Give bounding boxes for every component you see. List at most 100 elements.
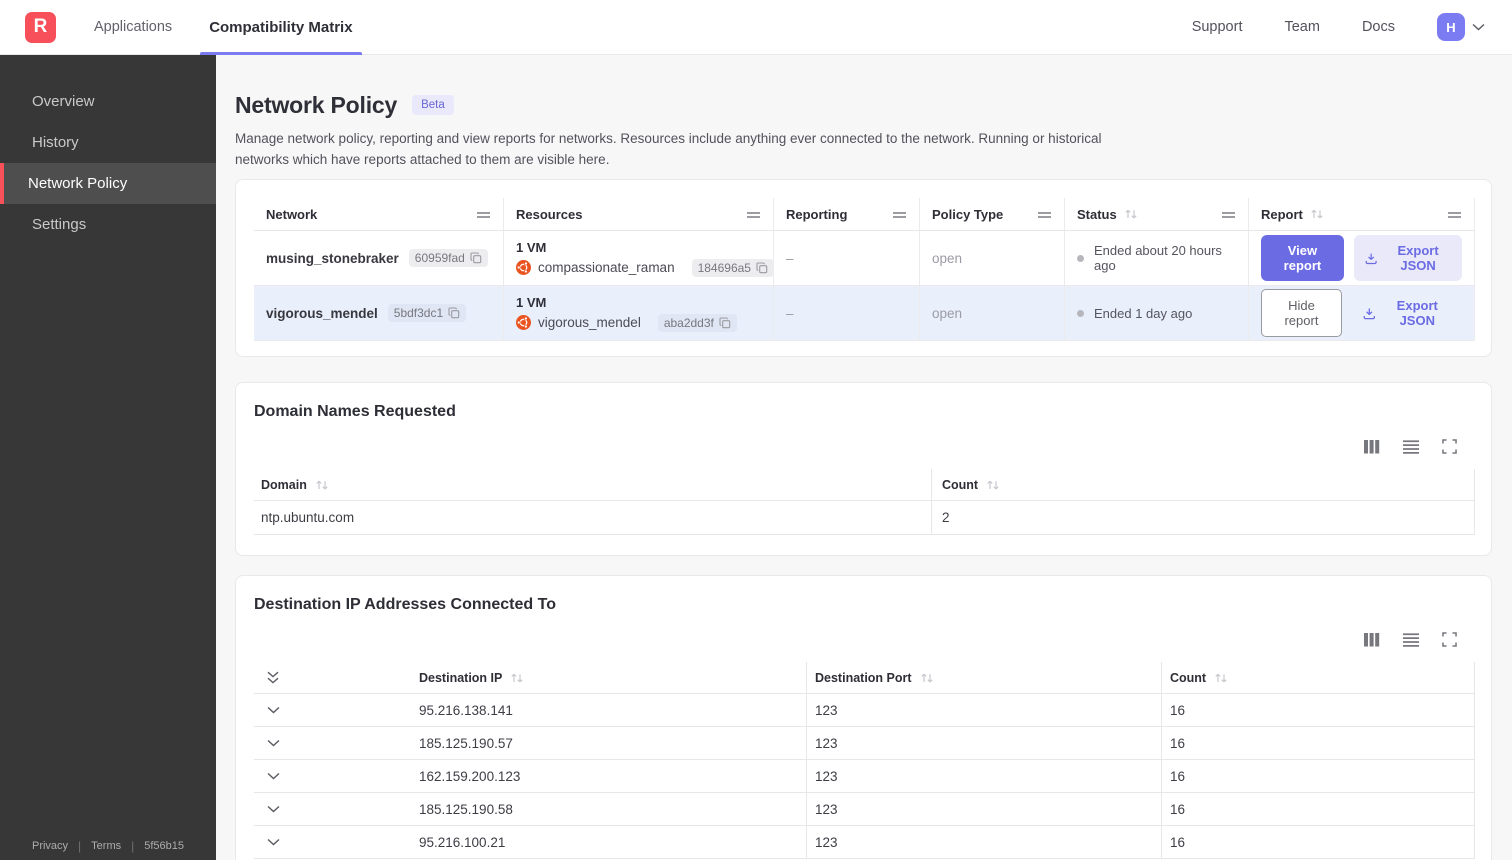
destination-port-value: 123: [806, 694, 1161, 726]
nav-link-support[interactable]: Support: [1192, 19, 1243, 35]
rows-density-icon[interactable]: [1402, 439, 1420, 455]
sort-icon[interactable]: [1310, 208, 1324, 220]
status-dot: [1077, 309, 1084, 317]
destination-ip-card: Destination IP Addresses Connected To De…: [235, 575, 1492, 860]
column-menu-icon[interactable]: [746, 210, 761, 219]
columns-icon[interactable]: [1363, 632, 1380, 648]
expand-all-icon[interactable]: [267, 671, 279, 684]
view-report-button[interactable]: View report: [1261, 235, 1344, 281]
sort-icon[interactable]: [315, 479, 329, 491]
fullscreen-icon[interactable]: [1442, 632, 1457, 647]
column-header-reporting: Reporting: [786, 206, 848, 222]
columns-icon[interactable]: [1363, 439, 1380, 455]
copy-icon[interactable]: [719, 316, 731, 329]
avatar[interactable]: H: [1437, 13, 1465, 41]
app-logo[interactable]: R: [25, 11, 56, 43]
copy-icon[interactable]: [756, 261, 768, 274]
count-value: 2: [931, 501, 1475, 534]
destination-row[interactable]: 185.125.190.57 123 16: [254, 727, 1475, 760]
download-icon: [1363, 307, 1375, 319]
expand-row-icon[interactable]: [267, 706, 280, 714]
policy-type-value: open: [932, 305, 963, 321]
sidebar-item-overview[interactable]: Overview: [0, 81, 216, 122]
network-row[interactable]: vigorous_mendel 5bdf3dc1 1 VM vigorous_m…: [254, 286, 1475, 341]
column-menu-icon[interactable]: [476, 210, 491, 219]
destination-row[interactable]: 95.216.100.21 123 16: [254, 826, 1475, 859]
resource-count: 1 VM: [516, 294, 547, 310]
export-json-button[interactable]: Export JSON: [1353, 235, 1462, 281]
nav-link-team[interactable]: Team: [1284, 19, 1319, 35]
nav-tab-compatibility-matrix[interactable]: Compatibility Matrix: [200, 0, 362, 55]
column-header-domain: Domain: [261, 477, 307, 492]
destination-ip-value: 95.216.100.21: [419, 834, 506, 850]
destination-port-value: 123: [806, 793, 1161, 825]
count-value: 16: [1161, 760, 1475, 792]
status-text: Ended 1 day ago: [1094, 305, 1193, 321]
count-value: 16: [1161, 826, 1475, 858]
vm-name: vigorous_mendel: [538, 315, 641, 330]
expand-row-icon[interactable]: [267, 772, 280, 780]
table-toolbar: [254, 631, 1473, 648]
sidebar-item-settings[interactable]: Settings: [0, 204, 216, 245]
divider: |: [131, 839, 135, 853]
export-json-button[interactable]: Export JSON: [1352, 290, 1462, 336]
destination-port-value: 123: [806, 760, 1161, 792]
ubuntu-icon: [516, 260, 531, 275]
primary-nav: Applications Compatibility Matrix: [94, 0, 362, 55]
sort-icon[interactable]: [510, 672, 524, 684]
column-menu-icon[interactable]: [1447, 210, 1462, 219]
network-row[interactable]: musing_stonebraker 60959fad 1 VM compass…: [254, 231, 1475, 286]
top-navbar: R Applications Compatibility Matrix Supp…: [0, 0, 1512, 55]
vm-id-badge: aba2dd3f: [657, 313, 737, 332]
destination-row[interactable]: 185.125.190.58 123 16: [254, 793, 1475, 826]
destination-port-value: 123: [806, 727, 1161, 759]
network-name: vigorous_mendel: [266, 305, 378, 321]
sort-icon[interactable]: [986, 479, 1000, 491]
domain-row[interactable]: ntp.ubuntu.com 2: [254, 501, 1475, 535]
copy-icon[interactable]: [470, 252, 482, 264]
sort-icon[interactable]: [920, 672, 934, 684]
column-menu-icon[interactable]: [1221, 210, 1236, 219]
sort-icon[interactable]: [1214, 672, 1228, 684]
fullscreen-icon[interactable]: [1442, 439, 1457, 454]
nav-tab-applications[interactable]: Applications: [94, 0, 172, 54]
page-title: Network Policy: [235, 92, 398, 118]
terms-link[interactable]: Terms: [91, 840, 121, 852]
rows-density-icon[interactable]: [1402, 632, 1420, 648]
account-menu[interactable]: H: [1437, 13, 1485, 41]
count-value: 16: [1161, 793, 1475, 825]
column-header-report: Report: [1261, 206, 1303, 222]
count-value: 16: [1161, 727, 1475, 759]
page-description: Manage network policy, reporting and vie…: [235, 131, 1102, 167]
sidebar-item-network-policy[interactable]: Network Policy: [0, 163, 216, 204]
destination-ip-value: 95.216.138.141: [419, 702, 513, 718]
status-dot: [1077, 254, 1084, 262]
network-table-header: Network Resources Reporting Policy Type …: [254, 198, 1475, 231]
column-header-network: Network: [266, 206, 318, 222]
copy-icon[interactable]: [448, 307, 460, 319]
column-header-status: Status: [1077, 206, 1117, 222]
destination-row[interactable]: 95.216.138.141 123 16: [254, 694, 1475, 727]
column-header-resources: Resources: [516, 206, 583, 222]
column-menu-icon[interactable]: [1037, 210, 1052, 219]
destination-ip-value: 185.125.190.58: [419, 801, 513, 817]
column-menu-icon[interactable]: [892, 210, 907, 219]
status-text: Ended about 20 hours ago: [1094, 243, 1222, 273]
network-id-badge: 5bdf3dc1: [387, 304, 467, 322]
expand-row-icon[interactable]: [267, 739, 280, 747]
privacy-link[interactable]: Privacy: [32, 840, 68, 852]
table-toolbar: [254, 438, 1473, 455]
divider: |: [78, 839, 82, 853]
chevron-down-icon[interactable]: [1472, 23, 1485, 31]
nav-link-docs[interactable]: Docs: [1362, 19, 1395, 35]
sort-icon[interactable]: [1124, 208, 1138, 220]
sidebar-item-history[interactable]: History: [0, 122, 216, 163]
network-id-badge: 60959fad: [408, 249, 488, 267]
destination-table: Destination IP Destination Port Count 95…: [254, 662, 1475, 859]
expand-row-icon[interactable]: [267, 805, 280, 813]
column-header-policy-type: Policy Type: [932, 206, 1004, 222]
expand-row-icon[interactable]: [267, 838, 280, 846]
hide-report-button[interactable]: Hide report: [1261, 289, 1342, 337]
domain-names-card: Domain Names Requested Domain Count ntp.…: [235, 382, 1492, 556]
destination-row[interactable]: 162.159.200.123 123 16: [254, 760, 1475, 793]
